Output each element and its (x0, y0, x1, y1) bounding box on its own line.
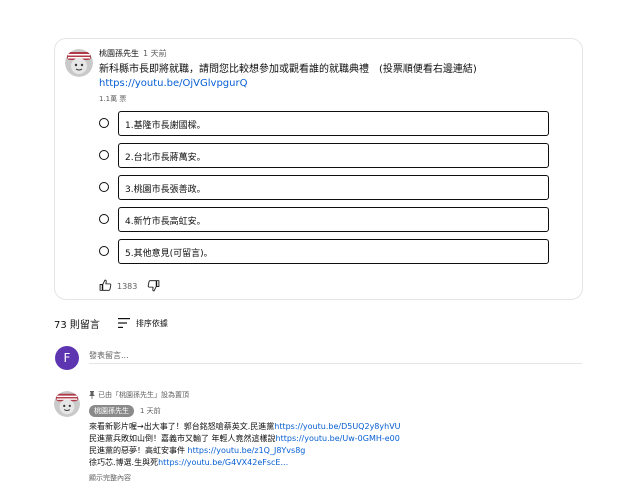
post-link[interactable]: https://youtu.be/OjVGlvpgurQ (99, 77, 247, 91)
poll-option-label: 2.台北市長蔣萬安。 (125, 153, 206, 163)
comments-count: 73 則留言 (54, 319, 100, 331)
poll-radio[interactable] (99, 182, 109, 192)
vote-count: 1.1萬 票 (99, 95, 127, 103)
post-time: 1 天前 (143, 49, 167, 58)
like-count: 1383 (117, 281, 138, 291)
user-avatar[interactable]: F (55, 346, 79, 370)
poll-option-2[interactable]: 2.台北市長蔣萬安。 (99, 143, 549, 168)
poll-option-box[interactable]: 3.桃園市長張善政。 (118, 175, 549, 200)
channel-avatar[interactable] (65, 49, 93, 77)
poll-option-label: 3.桃園市長張善政。 (125, 185, 206, 195)
comment-meta: 桃園孫先生 1 天前 (89, 405, 161, 417)
poll-option-box[interactable]: 1.基隆市長謝國樑。 (118, 111, 549, 136)
comment-link[interactable]: https://youtu.be/G4VX42eFscE... (158, 458, 288, 467)
poll-option-box[interactable]: 4.新竹市長高虹安。 (118, 207, 549, 232)
poll-option-4[interactable]: 4.新竹市長高虹安。 (99, 207, 549, 232)
poll-radio[interactable] (99, 150, 109, 160)
poll-option-label: 4.新竹市長高虹安。 (125, 217, 206, 227)
comments-header: 73 則留言 排序依據 (54, 316, 168, 331)
comment-line: 來看新影片喔→出大事了！郭台銘怒嗆蔡英文.民進黨https://youtu.be… (89, 421, 401, 432)
thumbs-up-icon[interactable] (99, 277, 112, 296)
like-row: 1383 (99, 279, 160, 293)
poll-option-5[interactable]: 5.其他意見(可留言)。 (99, 239, 549, 264)
poll-option-box[interactable]: 5.其他意見(可留言)。 (118, 239, 549, 264)
sort-icon (117, 318, 130, 328)
poll-option-3[interactable]: 3.桃園市長張善政。 (99, 175, 549, 200)
comment-link[interactable]: https://youtu.be/z1Q_J8Yvs8g (188, 446, 306, 455)
comment-link[interactable]: https://youtu.be/Uw-0GMH-e00 (276, 434, 400, 443)
comment-text: 來看新影片喔→出大事了！郭台銘怒嗆蔡英文.民進黨 (89, 422, 275, 431)
poll-option-label: 5.其他意見(可留言)。 (125, 249, 213, 259)
pinned-indicator: 已由「桃園孫先生」設為置頂 (89, 390, 189, 400)
thumbs-down-icon[interactable] (147, 277, 160, 296)
comment-author-avatar[interactable] (54, 391, 80, 417)
sort-button[interactable]: 排序依據 (117, 318, 168, 329)
poll-option-label: 1.基隆市長謝國樑。 (125, 121, 206, 131)
comment-line: 徐巧芯.博選.生與死https://youtu.be/G4VX42eFscE..… (89, 457, 288, 468)
pinned-label: 已由「桃園孫先生」設為置頂 (98, 391, 189, 399)
post-author[interactable]: 桃園孫先生 1 天前 (99, 48, 167, 59)
poll-radio[interactable] (99, 118, 109, 128)
poll-option-1[interactable]: 1.基隆市長謝國樑。 (99, 111, 549, 136)
comment-text: 徐巧芯.博選.生與死 (89, 458, 159, 467)
poll-radio[interactable] (99, 214, 109, 224)
post-text: 新科縣市長即將就職，請問您比較想參加或觀看誰的就職典禮 (投票順便看右邊連結) (99, 64, 477, 75)
show-more-button[interactable]: 顯示完整內容 (89, 473, 131, 483)
comment-link[interactable]: https://youtu.be/D5UQ2y8yhVU (274, 422, 400, 431)
sort-label: 排序依據 (135, 318, 168, 328)
pin-icon (89, 391, 95, 399)
comment-author-badge[interactable]: 桃園孫先生 (89, 405, 134, 417)
post-author-name[interactable]: 桃園孫先生 (99, 49, 139, 58)
comment-time[interactable]: 1 天前 (140, 406, 161, 416)
comment-text: 民進黨的惡夢！高虹安事件 (89, 446, 188, 455)
comment-line: 民進黨兵敗如山倒！嘉義市又輸了 年輕人竟然這樣說https://youtu.be… (89, 433, 400, 444)
comment-text: 民進黨兵敗如山倒！嘉義市又輸了 年輕人竟然這樣說 (89, 434, 276, 443)
comment-line: 民進黨的惡夢！高虹安事件 https://youtu.be/z1Q_J8Yvs8… (89, 445, 305, 456)
poll-option-box[interactable]: 2.台北市長蔣萬安。 (118, 143, 549, 168)
add-comment-input[interactable] (89, 346, 582, 364)
poll-radio[interactable] (99, 246, 109, 256)
community-post: 桃園孫先生 1 天前 新科縣市長即將就職，請問您比較想參加或觀看誰的就職典禮 (投… (54, 38, 583, 300)
